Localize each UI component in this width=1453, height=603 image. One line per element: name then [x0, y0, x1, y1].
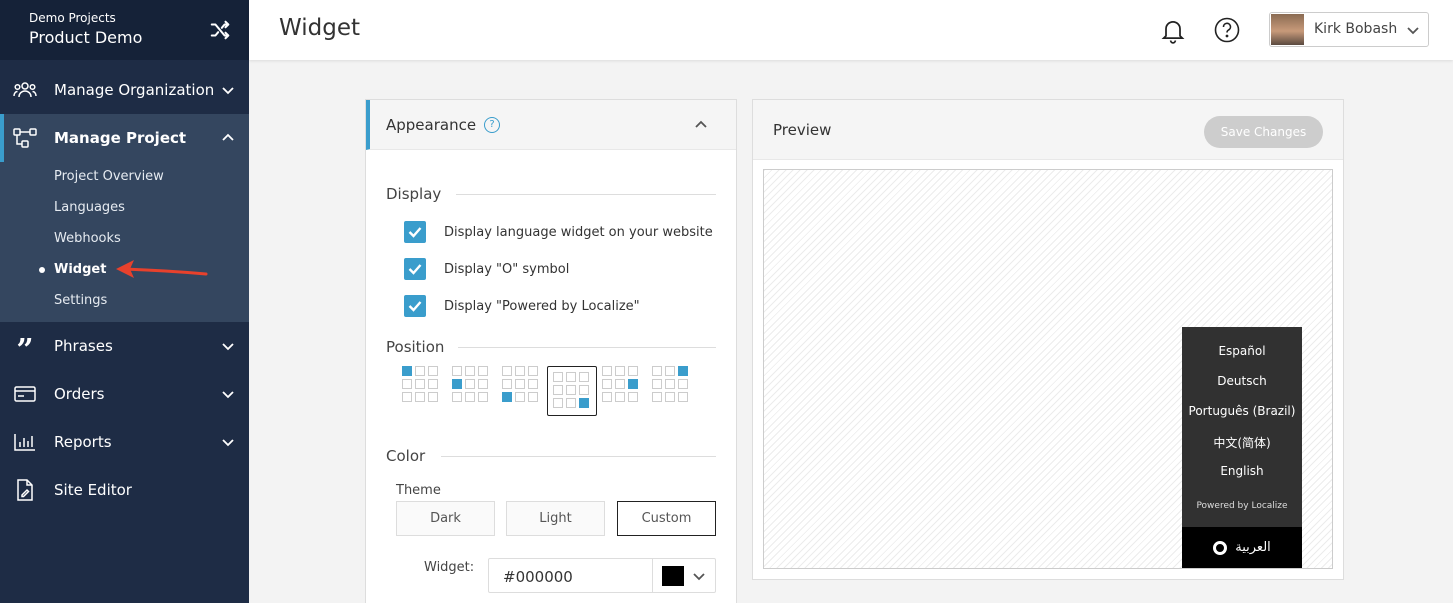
checkbox-powered-by[interactable]: Display "Powered by Localize" [404, 295, 640, 317]
project-tree-icon [13, 126, 37, 150]
nav-label: Site Editor [54, 481, 132, 499]
chevron-down-icon[interactable] [692, 569, 706, 583]
checkbox-o-symbol[interactable]: Display "O" symbol [404, 258, 569, 280]
help-icon[interactable] [1214, 17, 1240, 43]
chevron-up-icon [222, 133, 234, 141]
bell-icon[interactable] [1159, 16, 1187, 44]
preview-canvas: Español Deutsch Português (Brazil) 中文(简体… [763, 169, 1333, 569]
display-section-label: Display [386, 185, 442, 203]
checkbox-label: Display "Powered by Localize" [444, 298, 640, 314]
appearance-panel: Appearance ? Display Display language wi… [365, 99, 737, 603]
appearance-header[interactable]: Appearance ? [366, 100, 736, 150]
page-title: Widget [279, 15, 360, 41]
chevron-down-icon [222, 391, 234, 399]
top-bar: Widget Kirk Bobash [249, 0, 1453, 60]
project-switcher[interactable]: Demo Projects Product Demo [0, 0, 249, 60]
checkmark-icon[interactable] [404, 221, 426, 243]
position-top-left[interactable] [402, 366, 440, 402]
nav-label: Reports [54, 433, 112, 451]
language-list: Español Deutsch Português (Brazil) 中文(简体… [1182, 327, 1302, 527]
position-middle-right[interactable] [602, 366, 640, 402]
language-option[interactable]: 中文(简体) [1182, 434, 1302, 451]
divider [458, 347, 716, 348]
credit-card-icon [13, 382, 37, 406]
checkbox-label: Display "O" symbol [444, 261, 570, 277]
current-language-button[interactable]: العربية [1182, 527, 1302, 568]
chevron-down-icon [222, 87, 234, 95]
sidebar: Demo Projects Product Demo Manage Organi… [0, 0, 249, 603]
active-dot [39, 267, 45, 273]
people-icon [13, 78, 37, 102]
nav-label: Manage Organization [54, 81, 215, 99]
nav-reports[interactable]: Reports [0, 418, 249, 466]
position-bottom-left[interactable] [502, 366, 540, 402]
nav-manage-project[interactable]: Manage Project [0, 114, 249, 162]
language-option[interactable]: Español [1182, 344, 1302, 358]
checkbox-display-widget[interactable]: Display language widget on your website [404, 221, 713, 243]
subnav-widget[interactable]: Widget [54, 262, 106, 277]
annotation-arrow [116, 260, 208, 278]
subnav-webhooks[interactable]: Webhooks [54, 231, 121, 246]
color-value: #000000 [503, 568, 573, 586]
widget-color-input[interactable]: #000000 [488, 558, 716, 593]
position-top-right[interactable] [652, 366, 690, 402]
document-edit-icon [13, 478, 37, 502]
checkbox-label: Display language widget on your website [444, 224, 713, 240]
shuffle-icon[interactable] [209, 19, 231, 41]
bar-chart-icon [13, 430, 37, 454]
nav-label: Phrases [54, 337, 113, 355]
user-menu[interactable]: Kirk Bobash [1269, 12, 1429, 47]
chevron-up-icon[interactable] [694, 118, 708, 132]
current-language-label: العربية [1235, 540, 1271, 555]
chevron-down-icon [222, 343, 234, 351]
theme-custom-button[interactable]: Custom [617, 501, 716, 536]
preview-title: Preview [773, 121, 832, 139]
position-section-label: Position [386, 338, 445, 356]
nav-label: Manage Project [54, 129, 187, 147]
theme-label: Theme [396, 483, 441, 498]
language-option[interactable]: Português (Brazil) [1182, 404, 1302, 418]
position-bottom-right[interactable] [553, 372, 591, 408]
nav-phrases[interactable]: ” Phrases [0, 322, 249, 370]
user-name: Kirk Bobash [1314, 21, 1398, 37]
nav-manage-organization[interactable]: Manage Organization [0, 66, 249, 114]
subnav-languages[interactable]: Languages [54, 200, 125, 215]
chevron-down-icon [1407, 27, 1419, 35]
preview-header: Preview Save Changes [753, 100, 1343, 160]
widget-color-label: Widget: [424, 560, 475, 575]
language-option[interactable]: English [1182, 464, 1302, 478]
divider [652, 559, 653, 592]
avatar [1271, 14, 1304, 45]
nav-orders[interactable]: Orders [0, 370, 249, 418]
divider [456, 194, 716, 195]
subnav-settings[interactable]: Settings [54, 293, 107, 308]
powered-by-text: Powered by Localize [1196, 501, 1288, 511]
theme-light-button[interactable]: Light [506, 501, 605, 536]
localize-o-icon [1213, 540, 1228, 555]
save-changes-button[interactable]: Save Changes [1204, 116, 1323, 148]
divider [441, 456, 716, 457]
chevron-down-icon [222, 439, 234, 447]
color-swatch[interactable] [662, 566, 684, 586]
subnav-project-overview[interactable]: Project Overview [54, 169, 164, 184]
appearance-title: Appearance [386, 116, 477, 134]
color-section-label: Color [386, 447, 426, 465]
theme-dark-button[interactable]: Dark [396, 501, 495, 536]
checkmark-icon[interactable] [404, 258, 426, 280]
position-middle-left[interactable] [452, 366, 490, 402]
quote-icon: ” [16, 333, 34, 368]
manage-project-group: Manage Project Project Overview Language… [0, 114, 249, 322]
nav-label: Orders [54, 385, 105, 403]
nav-site-editor[interactable]: Site Editor [0, 466, 249, 514]
checkmark-icon[interactable] [404, 295, 426, 317]
language-option[interactable]: Deutsch [1182, 374, 1302, 388]
preview-panel: Preview Save Changes Español Deutsch Por… [752, 99, 1344, 580]
help-circle-icon[interactable]: ? [484, 117, 500, 133]
